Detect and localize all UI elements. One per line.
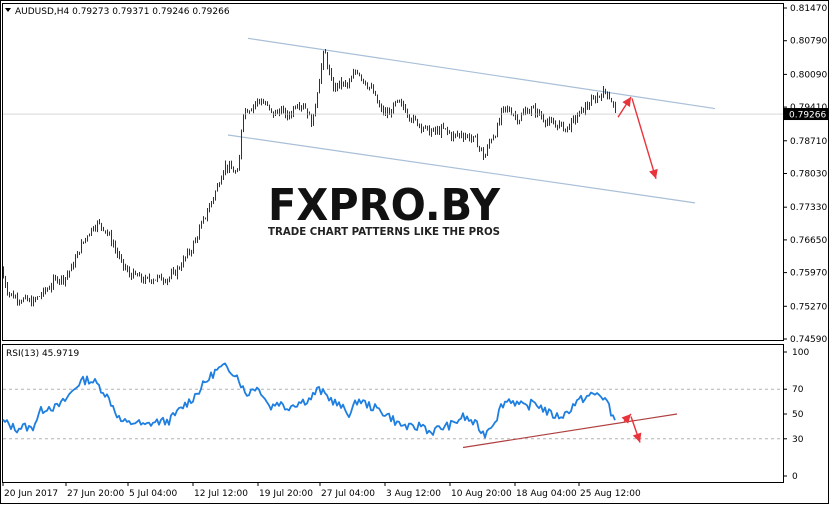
rsi-pane-frame [2, 344, 784, 483]
time-axis-label: 3 Aug 12:00 [386, 489, 441, 499]
price-arrow-up-head-icon [622, 97, 631, 108]
rsi-line [2, 362, 616, 439]
price-axis-label: 0.80790 [790, 37, 827, 47]
price-axis-label: 0.75970 [790, 269, 827, 279]
price-axis-label: 0.76650 [790, 236, 827, 246]
chart-canvas: 0.814700.807900.800900.794100.787100.780… [0, 0, 829, 504]
symbol-ohlc-header: AUDUSD,H4 0.79273 0.79371 0.79246 0.7926… [15, 7, 230, 17]
price-axis-label: 0.75270 [790, 302, 827, 312]
price-axis-label: 0.78710 [790, 137, 827, 147]
price-axis-label: 0.74590 [790, 335, 827, 345]
main-pane-frame [2, 3, 784, 341]
price-arrow-down-head-icon [649, 168, 658, 179]
time-axis-label: 27 Jun 20:00 [67, 489, 124, 499]
rsi-axis-label: 30 [792, 435, 804, 445]
watermark-title: FXPRO.BY [268, 180, 501, 231]
rsi-arrow-down-head-icon [632, 432, 642, 443]
price-axis-label: 0.80090 [790, 70, 827, 80]
rsi-axis-label: 0 [792, 472, 798, 482]
time-axis-label: 20 Jun 2017 [4, 489, 58, 499]
time-axis-label: 25 Aug 12:00 [580, 489, 641, 499]
watermark-logo: FXPRO.BYTRADE CHART PATTERNS LIKE THE PR… [268, 180, 501, 238]
price-axis-label: 0.77330 [790, 203, 827, 213]
chart-window: 0.814700.807900.800900.794100.787100.780… [0, 0, 829, 504]
rsi-axis-label: 70 [792, 385, 804, 395]
time-axis-label: 5 Jul 04:00 [129, 489, 178, 499]
current-price-label: 0.79266 [789, 111, 826, 121]
price-axis-label: 0.78030 [790, 170, 827, 180]
watermark-tagline: TRADE CHART PATTERNS LIKE THE PROS [268, 226, 500, 238]
channel-upper-line[interactable] [247, 37, 716, 110]
time-axis-label: 10 Aug 20:00 [451, 489, 512, 499]
rsi-trendline[interactable] [462, 413, 678, 449]
time-axis-label: 19 Jul 20:00 [259, 489, 313, 499]
price-axis-label: 0.81470 [790, 4, 827, 14]
rsi-header: RSI(13) 45.9719 [6, 349, 79, 359]
time-axis-label: 27 Jul 04:00 [321, 489, 375, 499]
dropdown-triangle-icon[interactable] [5, 8, 11, 12]
rsi-axis-label: 50 [792, 410, 804, 420]
time-axis-label: 18 Aug 04:00 [516, 489, 577, 499]
rsi-axis-label: 100 [792, 348, 809, 358]
time-axis-label: 12 Jul 12:00 [194, 489, 248, 499]
price-arrow-down-shaft[interactable] [631, 98, 657, 179]
